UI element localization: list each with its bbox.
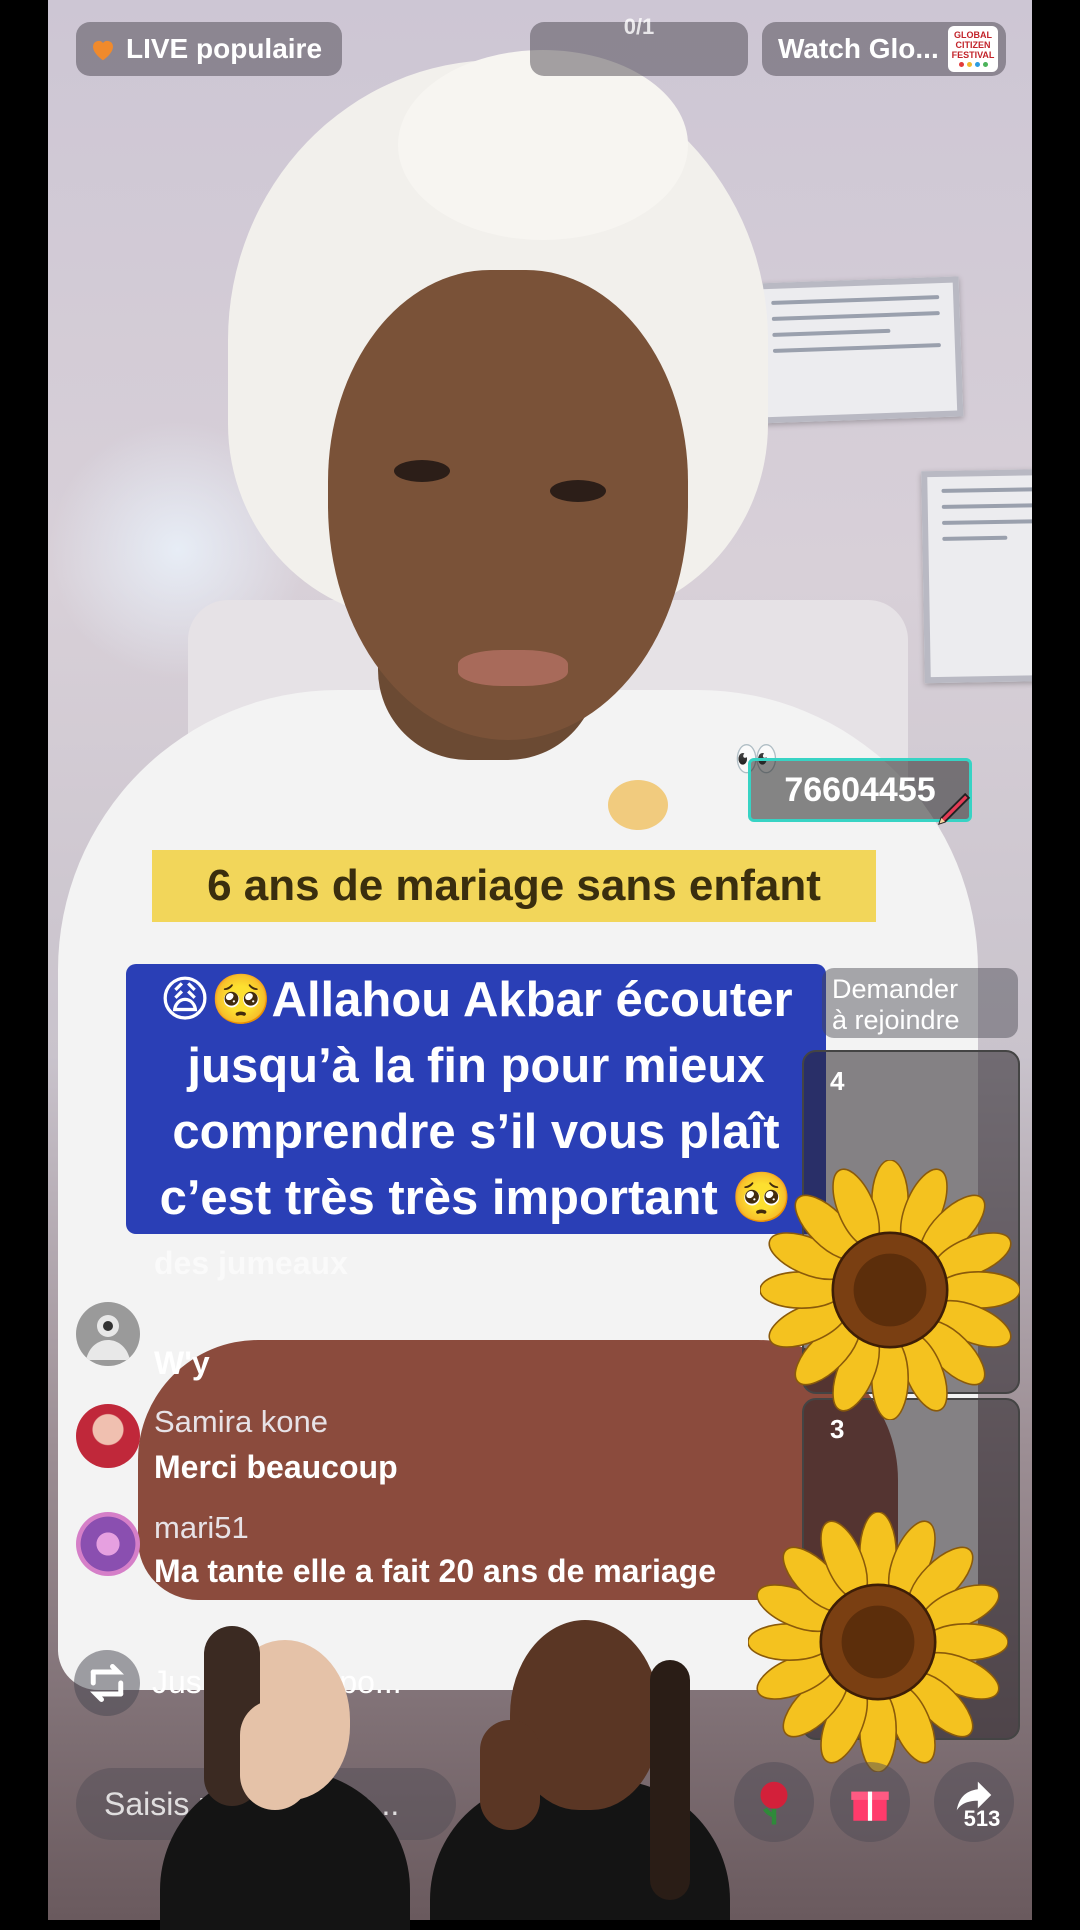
purple-pattern-avatar[interactable] xyxy=(76,1512,140,1576)
sunflower-sticker xyxy=(748,1512,1008,1772)
rose-gift-button[interactable] xyxy=(734,1762,814,1842)
phone-number: 76604455 xyxy=(784,770,936,809)
wall-certificate xyxy=(921,468,1032,684)
global-citizen-logo: GLOBAL CITIZEN FESTIVAL xyxy=(948,26,998,72)
ranking-pill[interactable]: 0/1 xyxy=(530,14,748,76)
heart-icon xyxy=(93,40,113,61)
dress-flower xyxy=(608,780,668,830)
sunflower-sticker xyxy=(760,1160,1020,1420)
message-caption: 😩🥺Allahou Akbar écouter jusqu’à la fin p… xyxy=(126,964,826,1234)
gift-icon xyxy=(851,1791,889,1821)
wall-certificate xyxy=(750,276,964,424)
turban-knot xyxy=(398,50,688,240)
watch-label: Watch Glo... xyxy=(778,33,939,64)
default-avatar-icon[interactable] xyxy=(76,1302,140,1366)
caption-line: 😩🥺Allahou Akbar écouter xyxy=(159,973,793,1027)
chat-username[interactable]: Samira kone xyxy=(154,1404,328,1440)
share-count: 513 xyxy=(963,1806,1001,1831)
request-join-button[interactable]: Demander à rejoindre xyxy=(822,968,1018,1038)
ranking-text: 0/1 xyxy=(623,14,655,39)
live-popular-badge[interactable]: LIVE populaire xyxy=(76,22,342,76)
chat-text: Ma tante elle a fait 20 ans de mariage xyxy=(154,1553,717,1589)
live-label: LIVE populaire xyxy=(126,33,323,64)
watch-festival-button[interactable]: Watch Glo... GLOBAL CITIZEN FESTIVAL xyxy=(762,22,1006,76)
interpreter-woman xyxy=(140,1620,420,1930)
chat-username[interactable]: mari51 xyxy=(154,1510,249,1546)
chat-text: W'y xyxy=(154,1345,210,1381)
caption-line: jusqu’à la fin pour mieux xyxy=(187,1039,765,1093)
caption-line: c’est très très important 🥺 xyxy=(159,1171,793,1225)
guest-count: 4 xyxy=(830,1066,845,1096)
streamer-face xyxy=(328,270,688,740)
title-caption: 6 ans de mariage sans enfant xyxy=(152,850,876,922)
red-hair-avatar[interactable] xyxy=(76,1404,140,1468)
caption-line: comprendre s’il vous plaît xyxy=(172,1105,780,1159)
gift-button[interactable] xyxy=(830,1762,910,1842)
repost-icon xyxy=(74,1650,140,1716)
pencil-icon xyxy=(938,792,971,825)
faded-chat-message: des jumeaux xyxy=(154,1245,348,1281)
interpreter-man xyxy=(420,1600,740,1920)
rose-icon xyxy=(760,1781,788,1825)
chat-text: Merci beaucoup xyxy=(154,1449,398,1485)
